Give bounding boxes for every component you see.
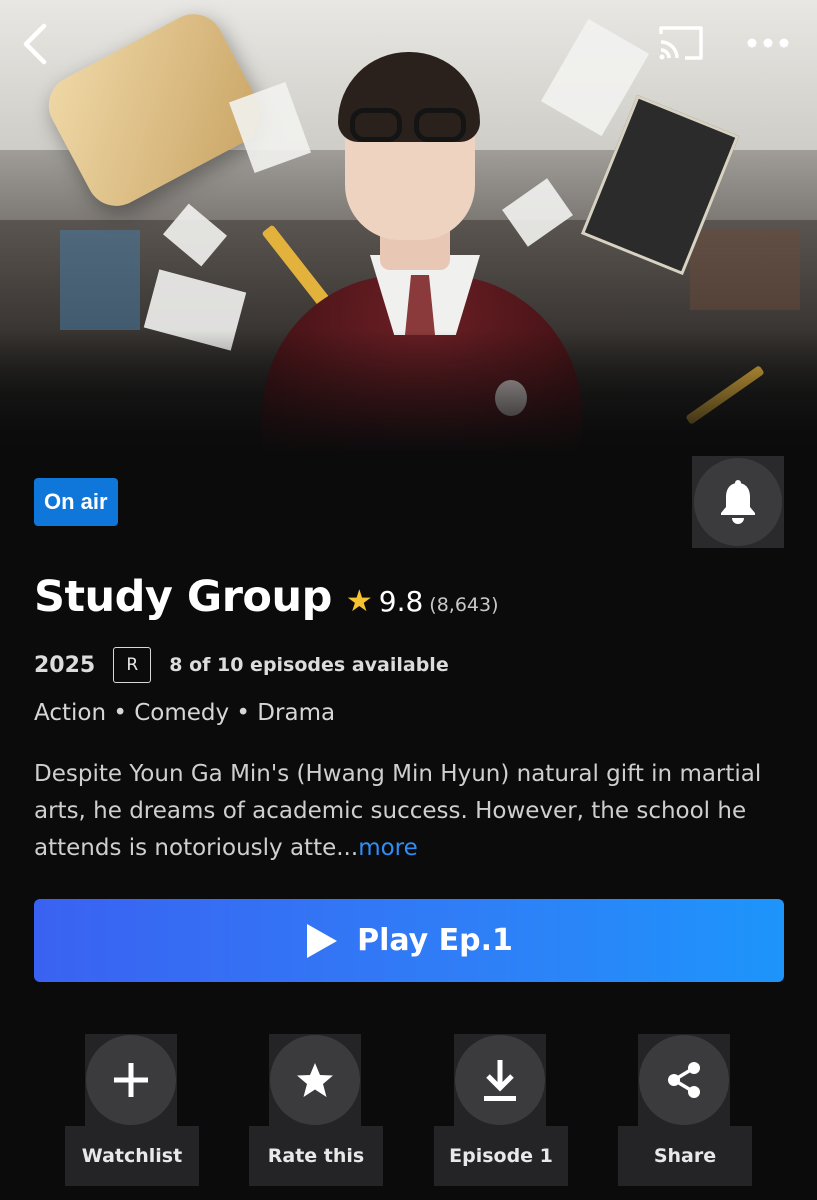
star-icon: ★ <box>345 584 373 619</box>
more-link[interactable]: more <box>358 835 418 861</box>
rating-value: 9.8 <box>378 585 424 618</box>
notify-button[interactable] <box>692 456 784 548</box>
chevron-left-icon <box>23 23 47 65</box>
description: Despite Youn Ga Min's (Hwang Min Hyun) n… <box>34 756 794 867</box>
share-icon <box>668 1062 700 1098</box>
more-horizontal-icon <box>747 38 789 48</box>
on-air-badge: On air <box>34 478 118 526</box>
play-button[interactable]: Play Ep.1 <box>34 899 784 982</box>
download-icon <box>484 1060 516 1101</box>
release-year: 2025 <box>34 652 96 678</box>
content-rating-badge: R <box>113 647 152 683</box>
plus-icon <box>114 1063 148 1097</box>
cast-button[interactable] <box>650 18 712 68</box>
download-label: Episode 1 <box>434 1126 568 1186</box>
play-label: Play Ep.1 <box>357 923 513 958</box>
title-row: Study Group ★ 9.8 (8,643) <box>34 572 499 628</box>
star-icon <box>297 1063 333 1097</box>
play-icon <box>307 923 338 958</box>
meta-row: 2025 R 8 of 10 episodes available <box>34 646 449 684</box>
back-button[interactable] <box>10 18 60 70</box>
more-options-button[interactable] <box>738 18 798 68</box>
rating-count: (8,643) <box>429 594 499 616</box>
cast-icon <box>659 26 703 60</box>
watchlist-label: Watchlist <box>65 1126 199 1186</box>
rate-label: Rate this <box>249 1126 383 1186</box>
episodes-available: 8 of 10 episodes available <box>169 654 449 676</box>
bell-icon <box>721 480 755 524</box>
share-label: Share <box>618 1126 752 1186</box>
genres: Action • Comedy • Drama <box>34 700 336 726</box>
show-title: Study Group <box>34 572 332 622</box>
hero-image <box>0 0 817 455</box>
